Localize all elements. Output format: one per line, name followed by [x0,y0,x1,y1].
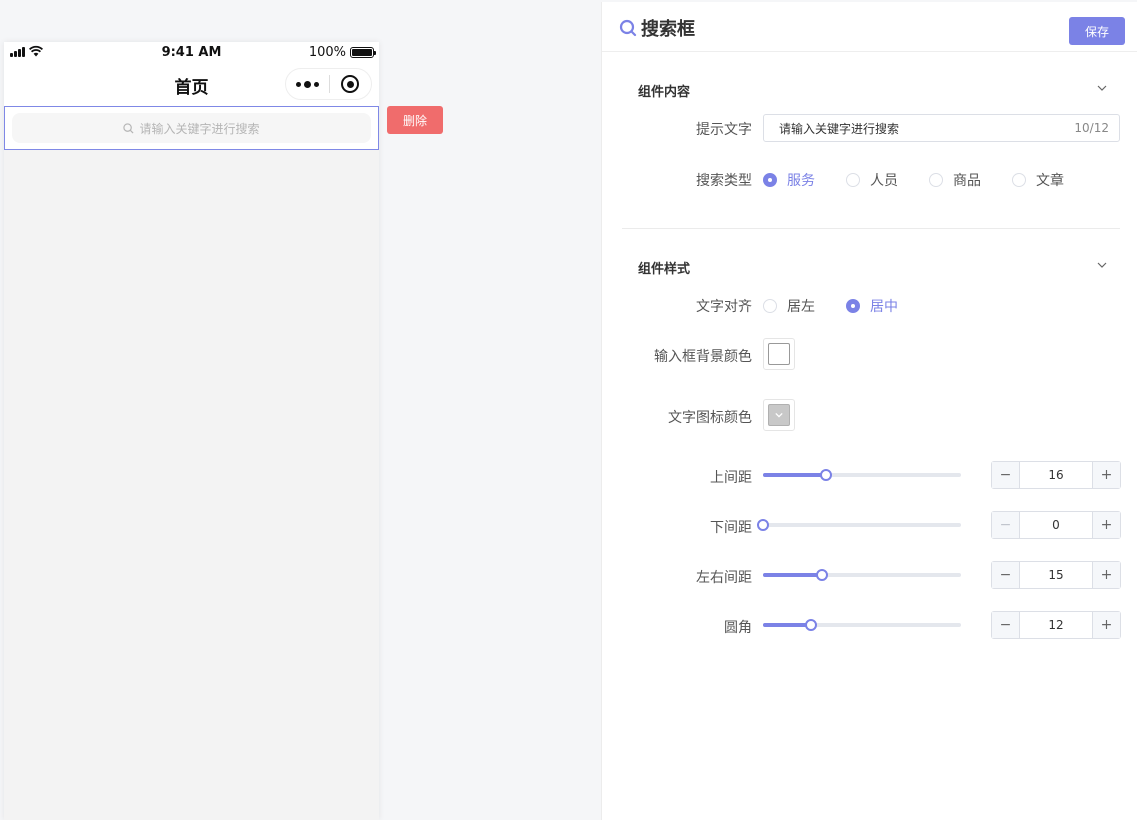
hint-text-label: 提示文字 [696,122,752,138]
search-icon [123,122,134,134]
text-align-label: 文字对齐 [696,299,752,315]
radio-type-product[interactable]: 商品 [929,170,981,190]
stepper-value[interactable]: 12 [1020,618,1092,632]
phone-preview: 9:41 AM 100% 首页 请输入关键字进行搜索 [4,42,379,820]
hint-text-value: 请输入关键字进行搜索 [779,121,900,136]
search-type-label: 搜索类型 [696,173,752,189]
decrement-button[interactable]: − [992,612,1020,638]
side-spacing-slider[interactable] [763,568,961,582]
bottom-spacing-slider[interactable] [757,518,961,532]
radio-align-left[interactable]: 居左 [763,296,815,316]
bg-color-picker[interactable] [763,338,795,370]
hint-text-input[interactable]: 请输入关键字进行搜索 10/12 [763,114,1120,142]
slider-fill [763,473,827,477]
corner-radius-stepper: −12 + [991,611,1121,639]
icon-color-picker[interactable] [763,399,795,431]
radio-type-person[interactable]: 人员 [846,170,898,190]
text-align-radio-group: 居左 居中 [763,296,929,316]
preview-search-placeholder: 请输入关键字进行搜索 [139,121,260,136]
stepper-value[interactable]: 16 [1020,468,1092,482]
radio-type-article[interactable]: 文章 [1012,170,1064,190]
section-title-style: 组件样式 [638,262,691,277]
top-spacing-stepper: −16 + [991,461,1121,489]
top-spacing-label: 上间距 [710,470,752,486]
battery-percent: 100% [308,45,346,60]
bottom-spacing-stepper: −0 + [991,511,1121,539]
preview-search-box: 请输入关键字进行搜索 [12,113,371,143]
chevron-down-icon[interactable] [1097,83,1107,93]
increment-button[interactable]: + [1092,562,1120,588]
decrement-button[interactable]: − [992,462,1020,488]
decrement-button[interactable]: − [992,512,1020,538]
bg-color-label: 输入框背景颜色 [654,349,752,365]
increment-button[interactable]: + [1092,612,1120,638]
search-type-radio-group: 服务 人员 商品 文章 [763,170,1095,190]
status-bar: 9:41 AM 100% [4,42,379,62]
increment-button[interactable]: + [1092,512,1120,538]
panel-header: 搜索框 保存 [602,2,1137,52]
corner-radius-label: 圆角 [724,620,752,636]
settings-panel: 搜索框 保存 组件内容 提示文字 请输入关键字进行搜索 10/12 搜索类型 服… [601,2,1137,820]
corner-radius-slider[interactable] [763,618,961,632]
slider-handle[interactable] [757,519,769,531]
panel-title-text: 搜索框 [641,19,695,40]
search-component-preview[interactable]: 请输入关键字进行搜索 [4,106,379,150]
battery-icon [350,47,376,58]
slider-track [763,523,961,527]
side-spacing-stepper: −15 + [991,561,1121,589]
chevron-down-icon [775,412,783,418]
slider-handle[interactable] [820,469,833,481]
section-divider [622,228,1120,229]
radio-align-center[interactable]: 居中 [846,296,898,316]
radio-type-service[interactable]: 服务 [763,170,815,190]
more-icon[interactable] [286,80,329,88]
panel-title: 搜索框 [619,15,695,41]
chevron-down-icon[interactable] [1097,260,1107,270]
mini-program-capsule [285,68,372,100]
close-target-icon[interactable] [329,75,371,93]
bottom-spacing-label: 下间距 [710,520,752,536]
section-title-content: 组件内容 [638,85,691,100]
stepper-value[interactable]: 15 [1020,568,1092,582]
increment-button[interactable]: + [1092,462,1120,488]
nav-bar: 首页 [4,62,379,106]
slider-fill [763,623,811,627]
search-icon [619,19,637,37]
slider-handle[interactable] [804,619,817,631]
delete-button[interactable]: 删除 [387,106,443,134]
slider-handle[interactable] [816,569,829,581]
decrement-button[interactable]: − [992,562,1020,588]
icon-color-label: 文字图标颜色 [668,410,752,426]
top-spacing-slider[interactable] [763,468,961,482]
slider-fill [763,573,823,577]
hint-text-count: 10/12 [1074,121,1109,135]
save-button[interactable]: 保存 [1069,17,1125,45]
stepper-value[interactable]: 0 [1020,518,1092,532]
side-spacing-label: 左右间距 [696,570,752,586]
